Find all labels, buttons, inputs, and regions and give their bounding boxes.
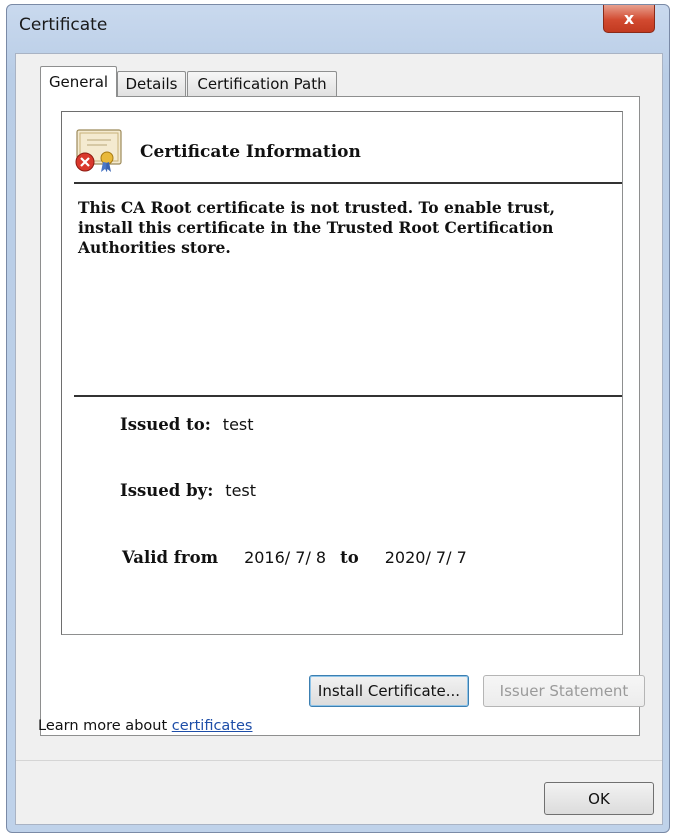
- footer-divider: [16, 760, 662, 761]
- trust-warning-text: This CA Root certificate is not trusted.…: [78, 198, 556, 257]
- issued-to-value: test: [222, 415, 254, 434]
- valid-to-label: to: [340, 548, 359, 567]
- details-divider: [74, 395, 622, 397]
- learn-more-prefix: Learn more about: [38, 718, 172, 734]
- certificate-info-heading: Certificate Information: [140, 142, 361, 162]
- issued-by-value: test: [225, 481, 257, 500]
- ok-button[interactable]: OK: [544, 782, 654, 815]
- window-title: Certificate: [19, 15, 108, 35]
- close-icon: x: [623, 9, 635, 28]
- certificate-icon: [75, 129, 122, 172]
- close-button[interactable]: x: [603, 5, 655, 33]
- issued-to-row: Issued to: test: [120, 415, 254, 434]
- tab-general[interactable]: General: [40, 66, 117, 97]
- issued-by-label: Issued by:: [120, 481, 214, 500]
- certificates-link[interactable]: certificates: [172, 718, 253, 734]
- certificate-dialog: Certificate x General Details Certificat…: [6, 4, 670, 833]
- tab-certification-path[interactable]: Certification Path: [187, 71, 337, 96]
- issued-to-label: Issued to:: [120, 415, 211, 434]
- error-badge-icon: [75, 152, 95, 172]
- valid-to-value: 2020/ 7/ 7: [384, 548, 467, 567]
- valid-from-value: 2016/ 7/ 8: [244, 548, 327, 567]
- learn-more-text: Learn more about certificates: [38, 718, 252, 734]
- dialog-client-area: General Details Certification Path Certi…: [15, 53, 663, 825]
- certificate-info-box: Certificate Information This CA Root cer…: [61, 111, 623, 635]
- install-certificate-button[interactable]: Install Certificate...: [309, 675, 469, 707]
- issuer-statement-button[interactable]: Issuer Statement: [483, 675, 645, 707]
- validity-row: Valid from 2016/ 7/ 8 to 2020/ 7/ 7: [122, 548, 467, 567]
- heading-divider: [74, 182, 622, 184]
- valid-from-label: Valid from: [122, 548, 219, 567]
- issued-by-row: Issued by: test: [120, 481, 256, 500]
- tab-details[interactable]: Details: [117, 71, 186, 96]
- general-tab-panel: Certificate Information This CA Root cer…: [40, 96, 645, 736]
